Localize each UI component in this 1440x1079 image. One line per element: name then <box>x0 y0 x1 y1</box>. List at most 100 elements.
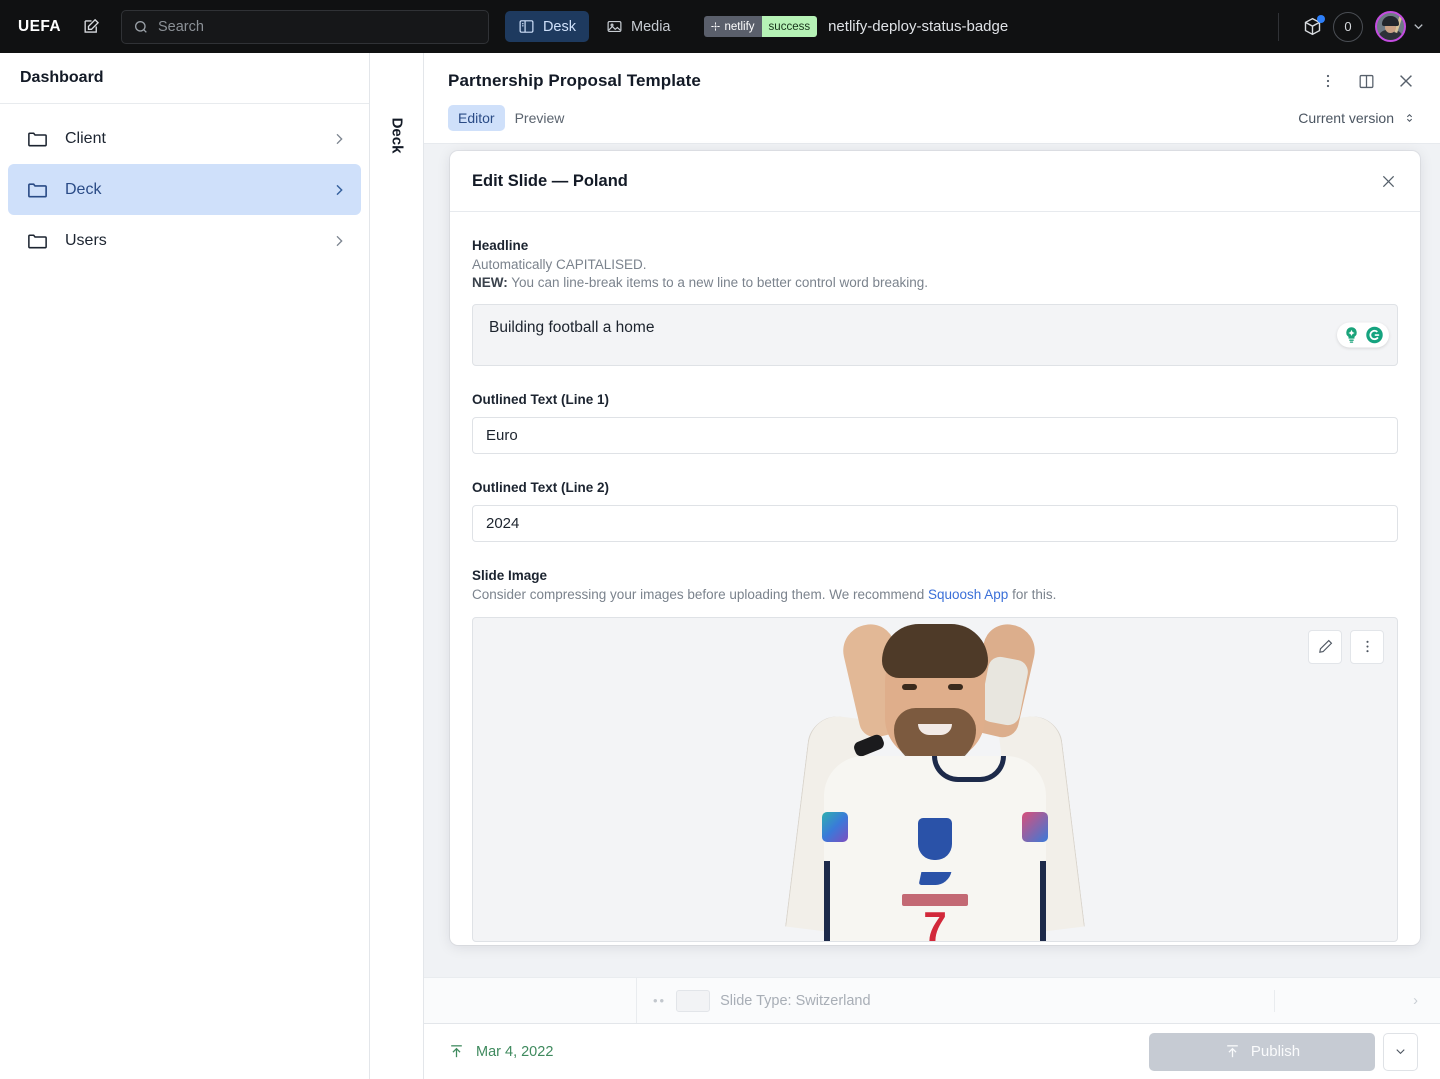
chevron-down-icon <box>1396 1049 1405 1055</box>
background-slide-row[interactable]: •• Slide Type: Switzerland › <box>424 977 1440 1023</box>
field-slide-image: Slide Image Consider compressing your im… <box>472 568 1398 942</box>
field-outlined-line-1: Outlined Text (Line 1) Euro <box>472 392 1398 455</box>
document-title-row: Partnership Proposal Template <box>448 71 1416 91</box>
field-headline-new-badge: NEW: <box>472 275 508 291</box>
package-icon[interactable] <box>1295 10 1329 44</box>
field-headline-label: Headline <box>472 238 529 253</box>
sidebar-list: Client Deck Users <box>0 104 369 275</box>
field-outlined-line-1-label: Outlined Text (Line 1) <box>472 392 610 408</box>
top-bar-divider <box>1278 12 1279 41</box>
field-slide-image-label: Slide Image <box>472 568 548 584</box>
page-title: Partnership Proposal Template <box>448 71 701 90</box>
dialog-title: Edit Slide — Poland <box>472 171 628 190</box>
field-headline-desc-1: Automatically CAPITALISED. <box>472 257 647 272</box>
tab-preview[interactable]: Preview <box>505 105 575 131</box>
field-slide-image-desc: Consider compressing your images before … <box>472 586 1398 604</box>
deploy-status[interactable]: netlify success netlify-deploy-status-ba… <box>703 16 1009 37</box>
outlined-line-1-value: Euro <box>486 427 518 445</box>
document-header: Partnership Proposal Template Editor Pre… <box>424 53 1440 143</box>
netlify-badge-left-label: netlify <box>724 20 755 33</box>
close-icon[interactable] <box>1396 71 1416 91</box>
desk-icon <box>519 20 534 33</box>
document-header-actions <box>1319 71 1416 91</box>
sidebar-item-users-label: Users <box>65 231 107 249</box>
chevron-down-icon <box>1414 24 1423 30</box>
tab-desk[interactable]: Desk <box>504 11 589 42</box>
chevron-right-icon <box>336 133 343 144</box>
user-menu[interactable] <box>1375 11 1426 42</box>
field-outlined-line-2-label: Outlined Text (Line 2) <box>472 480 610 496</box>
compose-icon[interactable] <box>75 10 109 44</box>
field-headline-desc-2-text: You can line-break items to a new line t… <box>507 275 928 291</box>
media-image-icon <box>607 20 622 33</box>
publish-up-icon <box>451 1045 462 1058</box>
headline-value: Building football a home <box>489 319 655 337</box>
dialog-body: Headline Automatically CAPITALISED. NEW:… <box>450 212 1420 945</box>
document-body: •• Slide Type: Switzerland › Edit Slide … <box>424 143 1440 1023</box>
version-selector[interactable]: Current version <box>1298 110 1416 126</box>
notification-count-badge[interactable]: 0 <box>1333 11 1363 42</box>
document-tabs: Editor Preview Current version <box>448 105 1416 143</box>
headline-textarea[interactable]: Building football a home <box>472 304 1398 367</box>
main-area: Dashboard Client Deck Users Deck Partner… <box>0 53 1440 1079</box>
version-selector-label: Current version <box>1298 110 1394 126</box>
field-slide-image-desc-suffix: for this. <box>1008 587 1057 603</box>
more-vertical-icon[interactable] <box>1350 629 1384 664</box>
avatar[interactable] <box>1375 11 1406 42</box>
slide-image-photo: 7 <box>785 618 1085 941</box>
search-icon <box>134 20 147 33</box>
outlined-line-1-input[interactable]: Euro <box>472 417 1398 455</box>
outlined-line-2-value: 2024 <box>486 515 520 533</box>
field-outlined-line-2: Outlined Text (Line 2) 2024 <box>472 480 1398 543</box>
split-pane-icon[interactable] <box>1357 72 1376 91</box>
sidebar-item-client[interactable]: Client <box>8 113 361 164</box>
rail-label-deck: Deck <box>388 117 405 154</box>
more-vertical-icon[interactable] <box>1319 72 1337 90</box>
grammarly-lightbulb-icon[interactable] <box>1341 325 1362 346</box>
footer-actions: Publish <box>1149 1032 1418 1071</box>
drag-handle-icon[interactable]: •• <box>653 993 666 1008</box>
folder-icon <box>28 132 47 147</box>
field-headline-desc-2: NEW: You can line-break items to a new l… <box>472 274 1398 292</box>
folder-icon <box>28 183 47 198</box>
tab-editor[interactable]: Editor <box>448 105 505 131</box>
chevron-right-icon <box>336 235 343 246</box>
background-row-actions[interactable]: › <box>1275 978 1440 1023</box>
publish-button[interactable]: Publish <box>1149 1032 1375 1071</box>
dialog-header: Edit Slide — Poland <box>450 151 1420 212</box>
folder-icon <box>28 234 47 249</box>
search-input[interactable]: Search <box>120 9 489 44</box>
tab-media[interactable]: Media <box>593 11 684 42</box>
sidebar-title: Dashboard <box>0 53 369 104</box>
deploy-name-label: netlify-deploy-status-badge <box>828 18 1009 35</box>
document-pane: Partnership Proposal Template Editor Pre… <box>424 53 1440 1079</box>
sidebar-item-deck[interactable]: Deck <box>8 164 361 215</box>
netlify-badge-left: netlify <box>703 16 762 37</box>
publish-date: Mar 4, 2022 <box>448 1043 553 1060</box>
sidebar: Dashboard Client Deck Users <box>0 53 370 1079</box>
squoosh-app-link[interactable]: Squoosh App <box>928 587 1008 602</box>
top-nav-tabs: Desk Media <box>504 11 684 42</box>
slide-image-preview[interactable]: 7 <box>472 616 1398 942</box>
publish-options-button[interactable] <box>1383 1032 1418 1071</box>
collapsed-pane-rail[interactable]: Deck <box>370 53 424 1079</box>
background-row-cell <box>424 978 637 1023</box>
netlify-deploy-status-badge[interactable]: netlify success <box>703 16 818 37</box>
grammarly-assist[interactable] <box>1337 322 1389 348</box>
netlify-icon <box>710 22 720 31</box>
chevron-up-down-icon <box>1406 114 1413 122</box>
publish-button-label: Publish <box>1250 1043 1301 1060</box>
outlined-line-2-input[interactable]: 2024 <box>472 505 1398 543</box>
edit-pencil-icon[interactable] <box>1308 629 1342 664</box>
sidebar-item-users[interactable]: Users <box>8 215 361 266</box>
tab-desk-label: Desk <box>542 18 576 35</box>
grammarly-logo-icon[interactable] <box>1364 325 1385 346</box>
background-row-thumbnail <box>676 989 711 1012</box>
app-root: UEFA Search Desk Media netlify success n… <box>0 0 1440 1079</box>
background-row-main: •• Slide Type: Switzerland <box>637 989 1275 1012</box>
brand-logo[interactable]: UEFA <box>18 18 61 36</box>
tab-media-label: Media <box>631 18 671 35</box>
slide-type-label: Slide Type: Switzerland <box>720 992 871 1009</box>
slide-image-actions <box>1308 629 1384 664</box>
dialog-close-icon[interactable] <box>1379 172 1398 191</box>
